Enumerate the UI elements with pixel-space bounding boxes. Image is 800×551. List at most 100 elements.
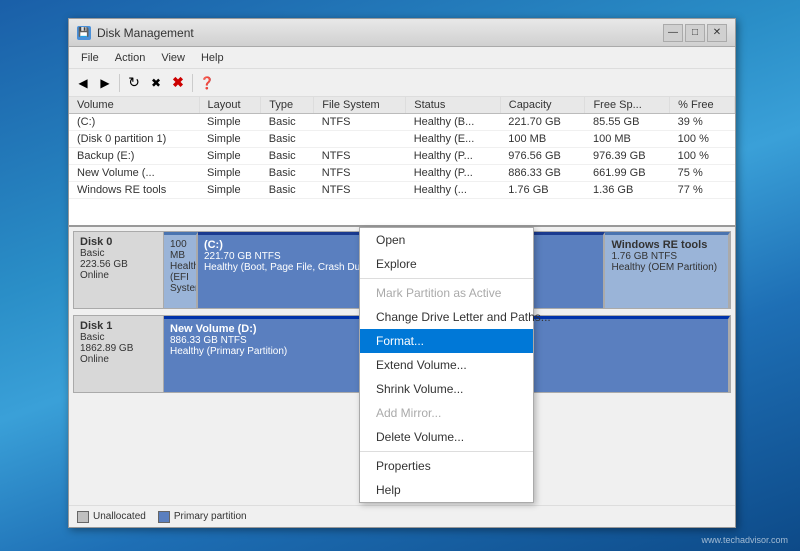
window-title: Disk Management xyxy=(97,26,663,40)
table-cell: Basic xyxy=(261,182,314,199)
table-cell: Basic xyxy=(261,148,314,165)
legend-unallocated-label: Unallocated xyxy=(93,511,146,522)
watermark: www.techadvisor.com xyxy=(701,535,788,545)
toolbar: ◀ ▶ ↻ ✖ ✖ ❓ xyxy=(69,69,735,97)
table-cell: Basic xyxy=(261,165,314,182)
table-header-row: Volume Layout Type File System Status Ca… xyxy=(69,97,735,114)
properties-button[interactable]: ✖ xyxy=(168,73,188,93)
table-cell: 100 % xyxy=(670,148,735,165)
table-row[interactable]: (Disk 0 partition 1)SimpleBasic Healthy (… xyxy=(69,131,735,148)
forward-button[interactable]: ▶ xyxy=(95,73,115,93)
cancel-button[interactable]: ✖ xyxy=(146,73,166,93)
close-button[interactable]: ✕ xyxy=(707,24,727,42)
disk0-status: Online xyxy=(80,270,157,281)
menu-bar: File Action View Help xyxy=(69,47,735,69)
table-row[interactable]: Windows RE toolsSimpleBasicNTFSHealthy (… xyxy=(69,182,735,199)
col-status: Status xyxy=(406,97,501,114)
disk0-name: Disk 0 xyxy=(80,236,157,248)
table-cell: Healthy (E... xyxy=(406,131,501,148)
table-row[interactable]: (C:)SimpleBasicNTFSHealthy (B...221.70 G… xyxy=(69,114,735,131)
table-cell: 1.76 GB xyxy=(500,182,585,199)
context-menu-item[interactable]: Properties xyxy=(360,454,533,478)
table-cell: Simple xyxy=(199,165,261,182)
table-cell: 886.33 GB xyxy=(500,165,585,182)
volume-rows: (C:)SimpleBasicNTFSHealthy (B...221.70 G… xyxy=(69,114,735,199)
menu-view[interactable]: View xyxy=(153,50,193,66)
legend-primary-box xyxy=(158,511,170,523)
disk0-p3-status: Healthy (OEM Partition) xyxy=(611,262,722,273)
context-menu-item[interactable]: Open xyxy=(360,228,533,252)
disk1-type: Basic xyxy=(80,332,157,343)
table-cell: Simple xyxy=(199,131,261,148)
window-controls: — □ ✕ xyxy=(663,24,727,42)
context-menu-item[interactable]: Delete Volume... xyxy=(360,425,533,449)
disk1-status: Online xyxy=(80,354,157,365)
title-bar: 💾 Disk Management — □ ✕ xyxy=(69,19,735,47)
context-menu: OpenExploreMark Partition as ActiveChang… xyxy=(359,227,534,503)
legend-primary: Primary partition xyxy=(158,511,247,523)
table-cell: 77 % xyxy=(670,182,735,199)
table-cell: Backup (E:) xyxy=(69,148,199,165)
table-cell: 75 % xyxy=(670,165,735,182)
table-cell: 661.99 GB xyxy=(585,165,670,182)
table-cell: Simple xyxy=(199,182,261,199)
table-cell: Basic xyxy=(261,131,314,148)
table-cell: 100 MB xyxy=(500,131,585,148)
maximize-button[interactable]: □ xyxy=(685,24,705,42)
app-icon: 💾 xyxy=(77,26,91,40)
minimize-button[interactable]: — xyxy=(663,24,683,42)
table-cell: 976.39 GB xyxy=(585,148,670,165)
table-cell: 221.70 GB xyxy=(500,114,585,131)
back-button[interactable]: ◀ xyxy=(73,73,93,93)
table-cell: 100 MB xyxy=(585,131,670,148)
menu-help[interactable]: Help xyxy=(193,50,232,66)
col-type: Type xyxy=(261,97,314,114)
context-menu-item[interactable]: Format... xyxy=(360,329,533,353)
table-cell: (Disk 0 partition 1) xyxy=(69,131,199,148)
table-row[interactable]: Backup (E:)SimpleBasicNTFSHealthy (P...9… xyxy=(69,148,735,165)
col-layout: Layout xyxy=(199,97,261,114)
table-cell: Windows RE tools xyxy=(69,182,199,199)
table-cell: NTFS xyxy=(314,148,406,165)
refresh-button[interactable]: ↻ xyxy=(124,73,144,93)
context-menu-item[interactable]: Extend Volume... xyxy=(360,353,533,377)
disk0-partition-efi[interactable]: 100 MB Healthy (EFI System) xyxy=(164,232,198,308)
table-cell: NTFS xyxy=(314,165,406,182)
disk0-p1-status: Healthy (EFI System) xyxy=(170,261,190,294)
table-cell: Simple xyxy=(199,114,261,131)
disk0-p1-size: 100 MB xyxy=(170,239,190,261)
help-icon[interactable]: ❓ xyxy=(197,73,217,93)
disk1-name: Disk 1 xyxy=(80,320,157,332)
disk1-size: 1862.89 GB xyxy=(80,343,157,354)
context-menu-separator xyxy=(360,451,533,452)
legend-primary-label: Primary partition xyxy=(174,511,247,522)
table-cell: NTFS xyxy=(314,114,406,131)
toolbar-separator-2 xyxy=(192,74,193,92)
context-menu-item[interactable]: Explore xyxy=(360,252,533,276)
table-cell: Simple xyxy=(199,148,261,165)
disk0-size: 223.56 GB xyxy=(80,259,157,270)
disk0-type: Basic xyxy=(80,248,157,259)
context-menu-item[interactable]: Shrink Volume... xyxy=(360,377,533,401)
table-cell: Healthy (P... xyxy=(406,165,501,182)
table-cell: Basic xyxy=(261,114,314,131)
volume-list[interactable]: Volume Layout Type File System Status Ca… xyxy=(69,97,735,227)
table-cell: 85.55 GB xyxy=(585,114,670,131)
table-row[interactable]: New Volume (...SimpleBasicNTFSHealthy (P… xyxy=(69,165,735,182)
disk0-partition-re[interactable]: Windows RE tools 1.76 GB NTFS Healthy (O… xyxy=(605,232,730,308)
context-menu-item: Add Mirror... xyxy=(360,401,533,425)
disk1-label: Disk 1 Basic 1862.89 GB Online xyxy=(74,316,164,392)
disk0-p3-name: Windows RE tools xyxy=(611,239,722,251)
context-menu-item[interactable]: Help xyxy=(360,478,533,502)
context-menu-item[interactable]: Change Drive Letter and Paths... xyxy=(360,305,533,329)
col-freespace: Free Sp... xyxy=(585,97,670,114)
menu-action[interactable]: Action xyxy=(107,50,154,66)
table-cell: 1.36 GB xyxy=(585,182,670,199)
toolbar-separator-1 xyxy=(119,74,120,92)
table-cell: (C:) xyxy=(69,114,199,131)
col-filesystem: File System xyxy=(314,97,406,114)
menu-file[interactable]: File xyxy=(73,50,107,66)
table-cell: 100 % xyxy=(670,131,735,148)
disk-management-window: 💾 Disk Management — □ ✕ File Action View… xyxy=(68,18,736,528)
legend: Unallocated Primary partition xyxy=(69,505,735,527)
